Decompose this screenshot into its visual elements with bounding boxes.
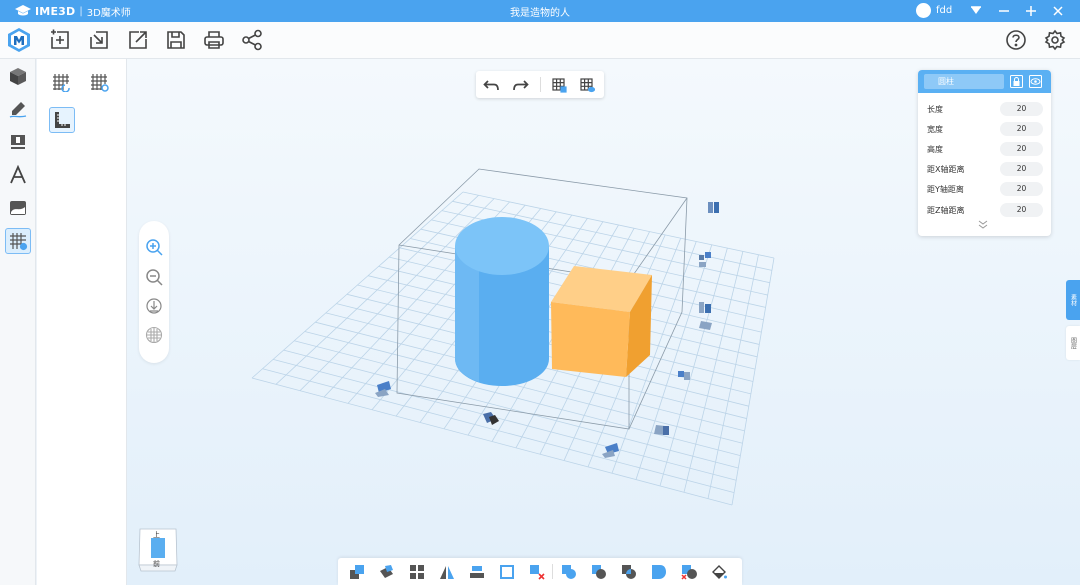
property-value-input[interactable]: 20 xyxy=(1000,162,1043,176)
minimize-icon[interactable] xyxy=(995,2,1013,20)
user-name[interactable]: fdd xyxy=(936,5,952,16)
view-cube[interactable]: 上 前 xyxy=(137,525,179,573)
frame-icon[interactable] xyxy=(496,561,518,583)
blue-cylinder[interactable] xyxy=(455,217,549,386)
new-file-icon[interactable] xyxy=(48,28,72,52)
save-icon[interactable] xyxy=(164,28,188,52)
grid-refresh-icon[interactable] xyxy=(86,69,112,95)
grid-line xyxy=(731,257,775,506)
rotate-object-icon[interactable] xyxy=(376,561,398,583)
arrange-icon[interactable] xyxy=(346,561,368,583)
property-label: 长度 xyxy=(927,105,943,114)
ruler-corner-icon[interactable] xyxy=(49,107,75,133)
property-label: 宽度 xyxy=(927,125,943,134)
undo-icon[interactable] xyxy=(480,74,502,96)
text-icon[interactable] xyxy=(5,162,31,188)
tab-layers[interactable]: 图层 xyxy=(1066,326,1080,360)
pen-icon[interactable] xyxy=(5,96,31,122)
avatar[interactable] xyxy=(916,3,931,18)
help-icon[interactable] xyxy=(1004,28,1028,52)
delete-align-icon[interactable] xyxy=(526,561,548,583)
properties-panel: 圆柱 长度 20 宽度 20 高度 20 距X轴距离 20 距Y轴距离 20 距… xyxy=(918,70,1051,236)
tab-materials[interactable]: 素材 xyxy=(1066,280,1080,320)
grid-view-icon[interactable] xyxy=(576,74,598,96)
grid-rotate-icon[interactable] xyxy=(48,69,74,95)
array-icon[interactable] xyxy=(406,561,428,583)
maximize-icon[interactable] xyxy=(1022,2,1040,20)
delete-shape-icon[interactable] xyxy=(678,561,700,583)
property-y-distance: 距Y轴距离 20 xyxy=(927,182,1043,196)
toolbar-divider xyxy=(552,564,553,579)
main-toolbar xyxy=(0,22,1080,59)
orange-cube[interactable] xyxy=(551,266,652,377)
zoom-in-icon[interactable] xyxy=(143,236,165,258)
property-height: 高度 20 xyxy=(927,142,1043,156)
grid-settings-icon[interactable] xyxy=(5,228,31,254)
property-label: 距X轴距离 xyxy=(927,165,965,174)
object-name-field[interactable]: 圆柱 xyxy=(924,74,1004,89)
left-tool-strip xyxy=(0,59,36,585)
title-bar: IME3D | 3D魔术师 我是造物的人 fdd xyxy=(0,0,1080,22)
visibility-icon[interactable] xyxy=(1028,74,1043,89)
property-label: 距Z轴距离 xyxy=(927,206,965,215)
property-z-distance: 距Z轴距离 20 xyxy=(927,203,1043,217)
zoom-controls xyxy=(139,221,169,363)
property-width: 宽度 20 xyxy=(927,122,1043,136)
mirror-icon[interactable] xyxy=(436,561,458,583)
property-x-distance: 距X轴距离 20 xyxy=(927,162,1043,176)
property-label: 高度 xyxy=(927,145,943,154)
properties-header: 圆柱 xyxy=(918,70,1051,93)
view-cube-top-label[interactable]: 上 xyxy=(153,530,160,540)
stamp-icon[interactable] xyxy=(5,129,31,155)
paint-bucket-icon[interactable] xyxy=(708,561,730,583)
fit-view-icon[interactable] xyxy=(143,295,165,317)
zoom-out-icon[interactable] xyxy=(143,266,165,288)
property-value-input[interactable]: 20 xyxy=(1000,142,1043,156)
property-value-input[interactable]: 20 xyxy=(1000,182,1043,196)
dropdown-icon[interactable] xyxy=(967,2,985,20)
subtract-icon[interactable] xyxy=(588,561,610,583)
redo-icon[interactable] xyxy=(510,74,532,96)
settings-icon[interactable] xyxy=(1043,28,1067,52)
undo-toolbar xyxy=(476,71,604,98)
view-cube-front-label[interactable]: 前 xyxy=(153,559,160,569)
print-icon[interactable] xyxy=(202,28,226,52)
operation-toolbar xyxy=(338,558,742,585)
app-logo-icon[interactable] xyxy=(7,27,31,53)
property-value-input[interactable]: 20 xyxy=(1000,102,1043,116)
export-icon[interactable] xyxy=(126,28,150,52)
cube-icon[interactable] xyxy=(5,63,31,89)
grid-snap-icon[interactable] xyxy=(548,74,570,96)
intersect-icon[interactable] xyxy=(618,561,640,583)
close-icon[interactable] xyxy=(1049,2,1067,20)
lock-icon[interactable] xyxy=(1009,74,1024,89)
image-icon[interactable] xyxy=(5,195,31,221)
property-label: 距Y轴距离 xyxy=(927,185,964,194)
shape-icon[interactable] xyxy=(648,561,670,583)
union-icon[interactable] xyxy=(558,561,580,583)
property-length: 长度 20 xyxy=(927,102,1043,116)
grid-tool-panel xyxy=(37,59,127,585)
property-value-input[interactable]: 20 xyxy=(1000,122,1043,136)
share-icon[interactable] xyxy=(240,28,264,52)
align-icon[interactable] xyxy=(466,561,488,583)
property-value-input[interactable]: 20 xyxy=(1000,203,1043,217)
grid-toggle-icon[interactable] xyxy=(143,324,165,346)
user-menu[interactable]: fdd xyxy=(916,3,952,18)
expand-more-icon[interactable] xyxy=(976,220,990,230)
grid-line xyxy=(659,247,728,487)
import-icon[interactable] xyxy=(87,28,111,52)
toolbar-divider xyxy=(540,77,541,92)
